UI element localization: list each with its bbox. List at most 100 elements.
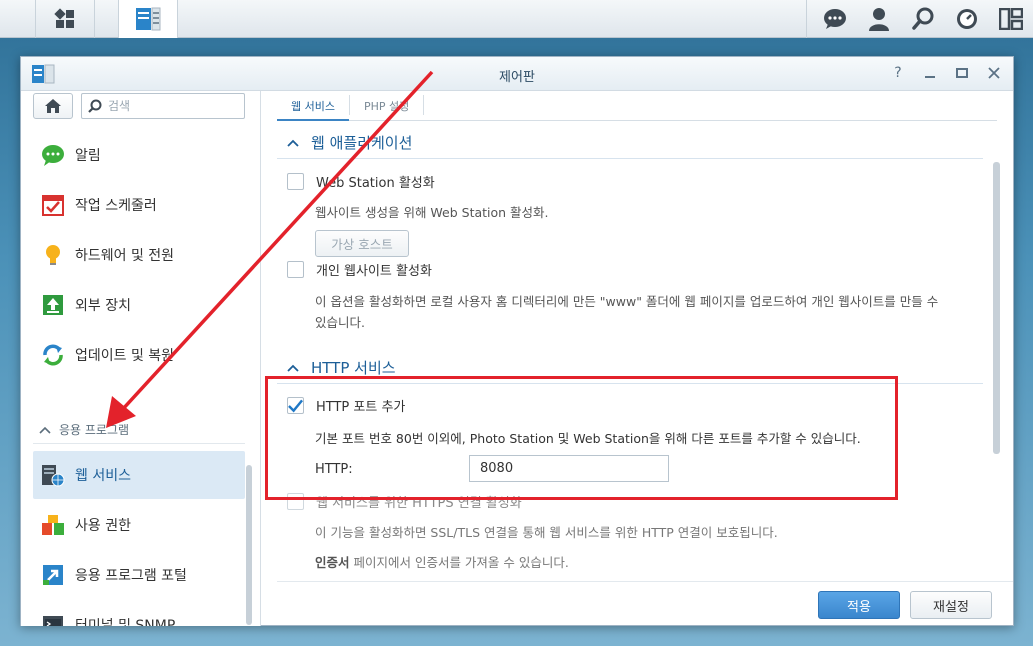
tab-web-services[interactable]: 웹 서비스 — [277, 91, 349, 121]
search-icon — [912, 7, 934, 30]
user-button[interactable] — [857, 0, 901, 38]
chevron-up-icon — [287, 139, 299, 147]
certificate-desc-text: 페이지에서 인증서를 가져올 수 있습니다. — [349, 555, 569, 570]
http-port-input[interactable]: 8080 — [469, 455, 669, 482]
settings-content: 웹 애플리케이션 Web Station 활성화 웹사이트 생성을 위해 Web… — [277, 122, 1001, 577]
taskbar-right — [806, 0, 1033, 38]
https-description: 이 기능을 활성화하면 SSL/TLS 연결을 통해 웹 서비스를 위한 HTT… — [315, 525, 778, 540]
sidebar-item-label: 작업 스케줄러 — [75, 198, 157, 214]
web-station-row: Web Station 활성화 — [287, 172, 435, 191]
web-station-description: 웹사이트 생성을 위해 Web Station 활성화. — [315, 205, 549, 220]
main-menu-button[interactable] — [35, 0, 95, 38]
chevron-up-icon — [39, 426, 51, 434]
web-station-checkbox[interactable] — [287, 173, 304, 190]
sidebar-item-label: 웹 서비스 — [75, 468, 131, 484]
taskbar-control-panel[interactable] — [118, 0, 178, 38]
sidebar-item-terminal-snmp[interactable]: 터미널 및 SNMP — [33, 602, 245, 626]
checkmark-icon — [288, 399, 303, 413]
sidebar-item-hardware-power[interactable]: 하드웨어 및 전원 — [33, 232, 245, 278]
sidebar-item-label: 알림 — [75, 148, 101, 164]
portal-icon — [43, 565, 63, 585]
personal-site-description-2: 있습니다. — [315, 315, 365, 330]
web-station-label: Web Station 활성화 — [316, 176, 435, 191]
close-icon[interactable] — [985, 64, 1003, 82]
main-menu-icon — [54, 8, 74, 28]
search-icon — [88, 99, 102, 113]
pilot-view-icon — [999, 8, 1023, 30]
sidebar: 알림 작업 스케줄러 하드웨어 및 전원 외부 장치 — [21, 91, 261, 626]
notification-button[interactable] — [813, 0, 857, 38]
window-title: 제어판 — [499, 70, 535, 85]
sidebar-scrollbar[interactable] — [246, 465, 252, 625]
control-panel-icon — [136, 7, 161, 31]
minimize-icon[interactable] — [921, 64, 939, 82]
web-service-icon — [42, 465, 65, 487]
window-controls: ? — [889, 64, 1003, 82]
sidebar-item-privileges[interactable]: 사용 권한 — [33, 502, 245, 548]
pilot-view-button[interactable] — [989, 0, 1033, 38]
section-web-application[interactable]: 웹 애플리케이션 — [287, 132, 412, 153]
virtual-host-button[interactable]: 가상 호스트 — [315, 230, 409, 257]
sidebar-item-web-services[interactable]: 웹 서비스 — [33, 451, 245, 499]
tab-bar: 웹 서비스 PHP 설정 — [277, 91, 997, 121]
http-port-label: HTTP 포트 추가 — [316, 400, 406, 415]
sidebar-item-app-portal[interactable]: 응용 프로그램 포털 — [33, 552, 245, 598]
sidebar-item-external-devices[interactable]: 외부 장치 — [33, 282, 245, 328]
reset-button[interactable]: 재설정 — [910, 591, 992, 619]
certificate-description: 인증서 페이지에서 인증서를 가져올 수 있습니다. — [315, 552, 569, 573]
upload-icon — [43, 295, 63, 315]
divider — [33, 443, 245, 444]
https-checkbox[interactable] — [287, 493, 304, 510]
sidebar-item-label: 업데이트 및 복원 — [75, 348, 175, 364]
sidebar-item-label: 응용 프로그램 포털 — [75, 568, 187, 584]
refresh-icon — [43, 344, 63, 366]
apply-button[interactable]: 적용 — [818, 591, 900, 619]
http-port-field-label: HTTP: — [315, 462, 353, 477]
content-scrollbar[interactable] — [993, 162, 1000, 454]
tab-php-settings[interactable]: PHP 설정 — [350, 91, 423, 121]
terminal-icon — [43, 616, 63, 626]
section-title: 웹 애플리케이션 — [311, 134, 413, 152]
permission-icon — [42, 515, 64, 535]
widget-icon — [957, 9, 977, 29]
maximize-icon[interactable] — [953, 64, 971, 82]
section-label: 응용 프로그램 — [59, 423, 130, 437]
https-row: 웹 서비스를 위한 HTTPS 연결 활성화 — [287, 492, 522, 511]
help-icon[interactable]: ? — [889, 64, 907, 82]
sidebar-search[interactable] — [81, 93, 245, 119]
notification-icon — [824, 9, 846, 29]
personal-site-label: 개인 웹사이트 활성화 — [316, 264, 432, 279]
sidebar-item-task-scheduler[interactable]: 작업 스케줄러 — [33, 182, 245, 228]
dialog-footer: 적용 재설정 — [277, 581, 1013, 625]
chat-icon — [42, 145, 64, 166]
https-label: 웹 서비스를 위한 HTTPS 연결 활성화 — [316, 496, 522, 511]
control-panel-window: 제어판 ? 검색 알림 작업 스케줄러 하드웨어 및 전원 외부 장치 업데이트… — [20, 56, 1014, 626]
divider — [277, 158, 983, 159]
sidebar-item-label: 외부 장치 — [75, 298, 131, 314]
http-port-description: 기본 포트 번호 80번 이외에, Photo Station 및 Web St… — [315, 431, 861, 446]
personal-site-description-1: 이 옵션을 활성화하면 로컬 사용자 홈 디렉터리에 만든 "www" 폴더에 … — [315, 294, 939, 309]
taskbar — [0, 0, 1033, 38]
http-port-row: HTTP 포트 추가 — [287, 396, 405, 415]
certificate-link[interactable]: 인증서 — [315, 555, 350, 570]
section-header-applications[interactable]: 응용 프로그램 — [39, 421, 129, 438]
http-port-checkbox[interactable] — [287, 397, 304, 414]
personal-site-checkbox[interactable] — [287, 261, 304, 278]
sidebar-item-update-restore[interactable]: 업데이트 및 복원 — [33, 332, 245, 378]
home-button[interactable] — [33, 93, 73, 119]
personal-site-row: 개인 웹사이트 활성화 — [287, 260, 432, 279]
lightbulb-icon — [46, 245, 60, 265]
main-panel: 웹 서비스 PHP 설정 웹 애플리케이션 Web Station 활성화 웹사… — [277, 91, 1013, 626]
sidebar-search-input[interactable] — [108, 99, 228, 113]
section-title: HTTP 서비스 — [311, 359, 396, 377]
chevron-up-icon — [287, 364, 299, 372]
sidebar-item-label: 하드웨어 및 전원 — [75, 248, 175, 264]
window-titlebar[interactable]: 제어판 ? — [21, 57, 1013, 91]
sidebar-item-notification[interactable]: 알림 — [33, 132, 245, 178]
sidebar-item-label: 사용 권한 — [75, 518, 131, 534]
search-button[interactable] — [901, 0, 945, 38]
widget-button[interactable] — [945, 0, 989, 38]
section-http-service[interactable]: HTTP 서비스 — [287, 357, 396, 378]
sidebar-item-label: 터미널 및 SNMP — [75, 618, 176, 626]
calendar-check-icon — [42, 195, 64, 216]
